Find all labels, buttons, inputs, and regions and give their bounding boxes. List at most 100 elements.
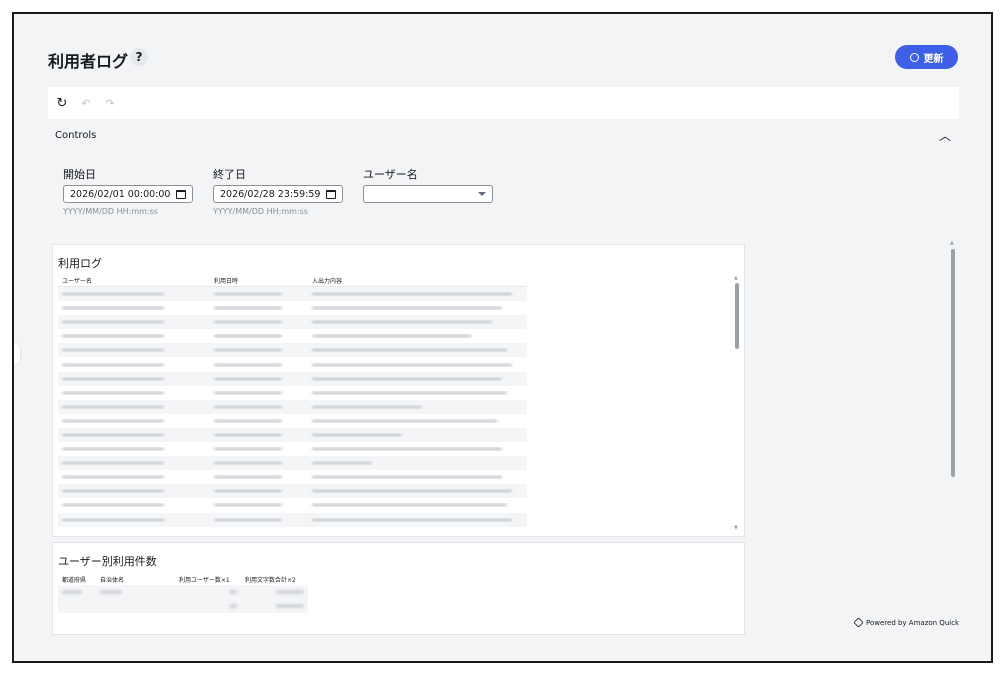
refresh-icon (909, 52, 919, 62)
help-icon[interactable]: ? (130, 48, 148, 66)
table-row[interactable] (58, 484, 527, 499)
cell-datetime (210, 334, 308, 339)
start-date-input[interactable]: 2026/02/01 00:00:00 (63, 185, 193, 203)
cell-user (58, 390, 210, 395)
user-usage-count-title: ユーザー別利用件数 (58, 555, 157, 568)
cell-content (308, 418, 527, 423)
cell-user (58, 334, 210, 339)
table-row[interactable] (58, 442, 527, 456)
redacted-text (229, 590, 237, 594)
cell-user (58, 461, 210, 466)
table-row[interactable] (58, 414, 527, 428)
usage-log-title: 利用ログ (58, 257, 102, 270)
side-panel-handle[interactable] (14, 343, 20, 365)
table-row[interactable] (58, 470, 527, 484)
redacted-text (62, 590, 82, 594)
scroll-up-arrow-icon[interactable]: ▲ (734, 275, 738, 281)
reset-icon[interactable]: ↻ (54, 96, 70, 111)
chevron-up-icon[interactable]: ︿ (939, 127, 951, 144)
start-date-hint: YYYY/MM/DD HH:mm:ss (63, 207, 158, 216)
column-header-user[interactable]: ユーザー名 (58, 276, 210, 285)
redacted-text (214, 432, 282, 437)
redacted-text (62, 461, 164, 466)
redacted-text (312, 418, 497, 423)
redacted-text (62, 362, 164, 367)
column-header-municipality[interactable]: 自治体名 (96, 575, 175, 584)
cell-datetime (210, 489, 308, 494)
redacted-text (276, 590, 304, 594)
table-row[interactable] (58, 585, 308, 599)
end-date-input[interactable]: 2026/02/28 23:59:59 (213, 185, 343, 203)
cell-municipality (96, 590, 175, 594)
redacted-text (62, 418, 164, 423)
redacted-text (62, 390, 164, 395)
undo-icon[interactable]: ↶ (78, 97, 94, 110)
table-row[interactable] (58, 329, 527, 343)
table-row[interactable] (58, 371, 527, 386)
redacted-text (312, 404, 422, 409)
table-row[interactable] (58, 399, 527, 414)
page-scrollbar[interactable] (951, 249, 955, 477)
cell-content (308, 292, 527, 297)
cell-content (308, 475, 527, 480)
controls-header[interactable]: Controls ︿ (48, 119, 959, 151)
redacted-text (276, 604, 304, 608)
redacted-text (312, 447, 502, 452)
user-name-select[interactable] (363, 185, 493, 203)
redacted-text (312, 390, 507, 395)
amazon-quick-logo-icon (853, 617, 864, 628)
cell-datetime (210, 320, 308, 325)
table-row[interactable] (58, 357, 527, 371)
column-header-datetime[interactable]: 利用日時 (210, 276, 308, 285)
calendar-icon[interactable] (176, 189, 186, 199)
cell-char-total (241, 590, 308, 594)
table-scrollbar[interactable] (735, 283, 739, 349)
table-row[interactable] (58, 427, 527, 443)
redacted-text (214, 306, 282, 311)
cell-user (58, 348, 210, 353)
refresh-button[interactable]: 更新 (895, 45, 958, 69)
redacted-text (62, 517, 164, 522)
redacted-text (312, 362, 512, 367)
cell-content (308, 334, 527, 339)
table-row[interactable] (58, 343, 527, 358)
redacted-text (214, 348, 282, 353)
redacted-text (62, 320, 164, 325)
cell-content (308, 348, 527, 353)
table-row[interactable] (58, 456, 527, 471)
table-row[interactable] (58, 512, 527, 527)
page-scroll-up-icon[interactable]: ▲ (950, 240, 954, 246)
redacted-text (214, 418, 282, 423)
table-row[interactable] (58, 287, 527, 302)
cell-user (58, 475, 210, 480)
redacted-text (312, 432, 402, 437)
table-row[interactable] (58, 599, 308, 613)
redacted-text (312, 475, 502, 480)
cell-content (308, 306, 527, 311)
redacted-text (62, 376, 164, 381)
redacted-text (312, 334, 472, 339)
redo-icon[interactable]: ↷ (102, 97, 118, 110)
cell-user (58, 447, 210, 452)
caret-down-icon (478, 192, 486, 196)
table-header: 都道府県 自治体名 利用ユーザー数×1 利用文字数合計×2 (58, 573, 308, 585)
table-row[interactable] (58, 498, 527, 512)
column-header-user-count[interactable]: 利用ユーザー数×1 (175, 575, 241, 584)
calendar-icon[interactable] (326, 189, 336, 199)
redacted-text (62, 348, 164, 353)
table-row[interactable] (58, 386, 527, 400)
table-row[interactable] (58, 301, 527, 315)
toolbar: ↻ ↶ ↷ (48, 87, 959, 119)
redacted-text (229, 604, 237, 608)
redacted-text (312, 320, 492, 325)
redacted-text (214, 447, 282, 452)
column-header-content[interactable]: 入出力内容 (308, 276, 527, 285)
scroll-down-arrow-icon[interactable]: ▼ (734, 525, 738, 531)
column-header-prefecture[interactable]: 都道府県 (58, 575, 96, 584)
cell-user (58, 418, 210, 423)
cell-datetime (210, 418, 308, 423)
table-row[interactable] (58, 315, 527, 330)
table-header: ユーザー名 利用日時 入出力内容 (58, 275, 527, 287)
page-title: 利用者ログ (48, 52, 129, 71)
column-header-char-total[interactable]: 利用文字数合計×2 (241, 575, 308, 584)
